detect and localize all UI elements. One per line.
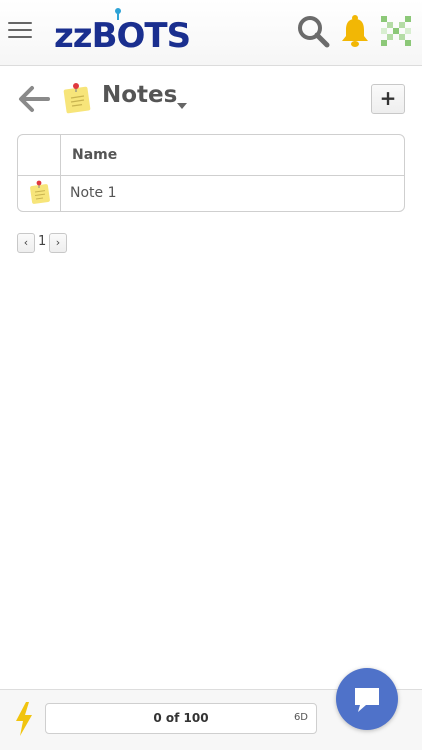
lightning-bolt-icon[interactable] (14, 702, 34, 736)
add-note-button[interactable]: + (371, 84, 405, 114)
logo-text: zzBOTS (54, 16, 191, 56)
row-name[interactable]: Note 1 (70, 185, 117, 201)
chat-bubble-icon (352, 685, 382, 715)
row-icon-cell (18, 176, 61, 211)
next-page-button[interactable]: › (49, 233, 67, 253)
table-row[interactable]: Note 1 (18, 176, 404, 211)
page-title[interactable]: Notes (102, 82, 177, 108)
note-icon (62, 82, 92, 114)
search-icon[interactable] (296, 14, 330, 48)
icon-column-header (18, 135, 61, 175)
table-header-row: Name (18, 135, 404, 176)
bell-icon[interactable] (339, 14, 371, 48)
progress-tag: 6D (293, 712, 308, 723)
current-page-number: 1 (38, 234, 47, 249)
notes-table: Name Note 1 (17, 134, 405, 212)
chevron-down-icon[interactable] (177, 94, 187, 109)
back-arrow-icon[interactable] (18, 84, 50, 114)
chat-button[interactable] (336, 668, 398, 730)
top-header: zzBOTS (0, 0, 422, 66)
logo[interactable]: zzBOTS (54, 6, 191, 58)
pixel-grid-icon[interactable] (381, 16, 411, 46)
progress-text: 0 of 100 (153, 711, 209, 725)
progress-bar[interactable]: 0 of 100 6D (45, 703, 317, 734)
prev-page-button[interactable]: ‹ (17, 233, 35, 253)
note-icon (29, 180, 51, 205)
menu-icon[interactable] (8, 22, 32, 42)
column-header-name[interactable]: Name (72, 147, 117, 163)
